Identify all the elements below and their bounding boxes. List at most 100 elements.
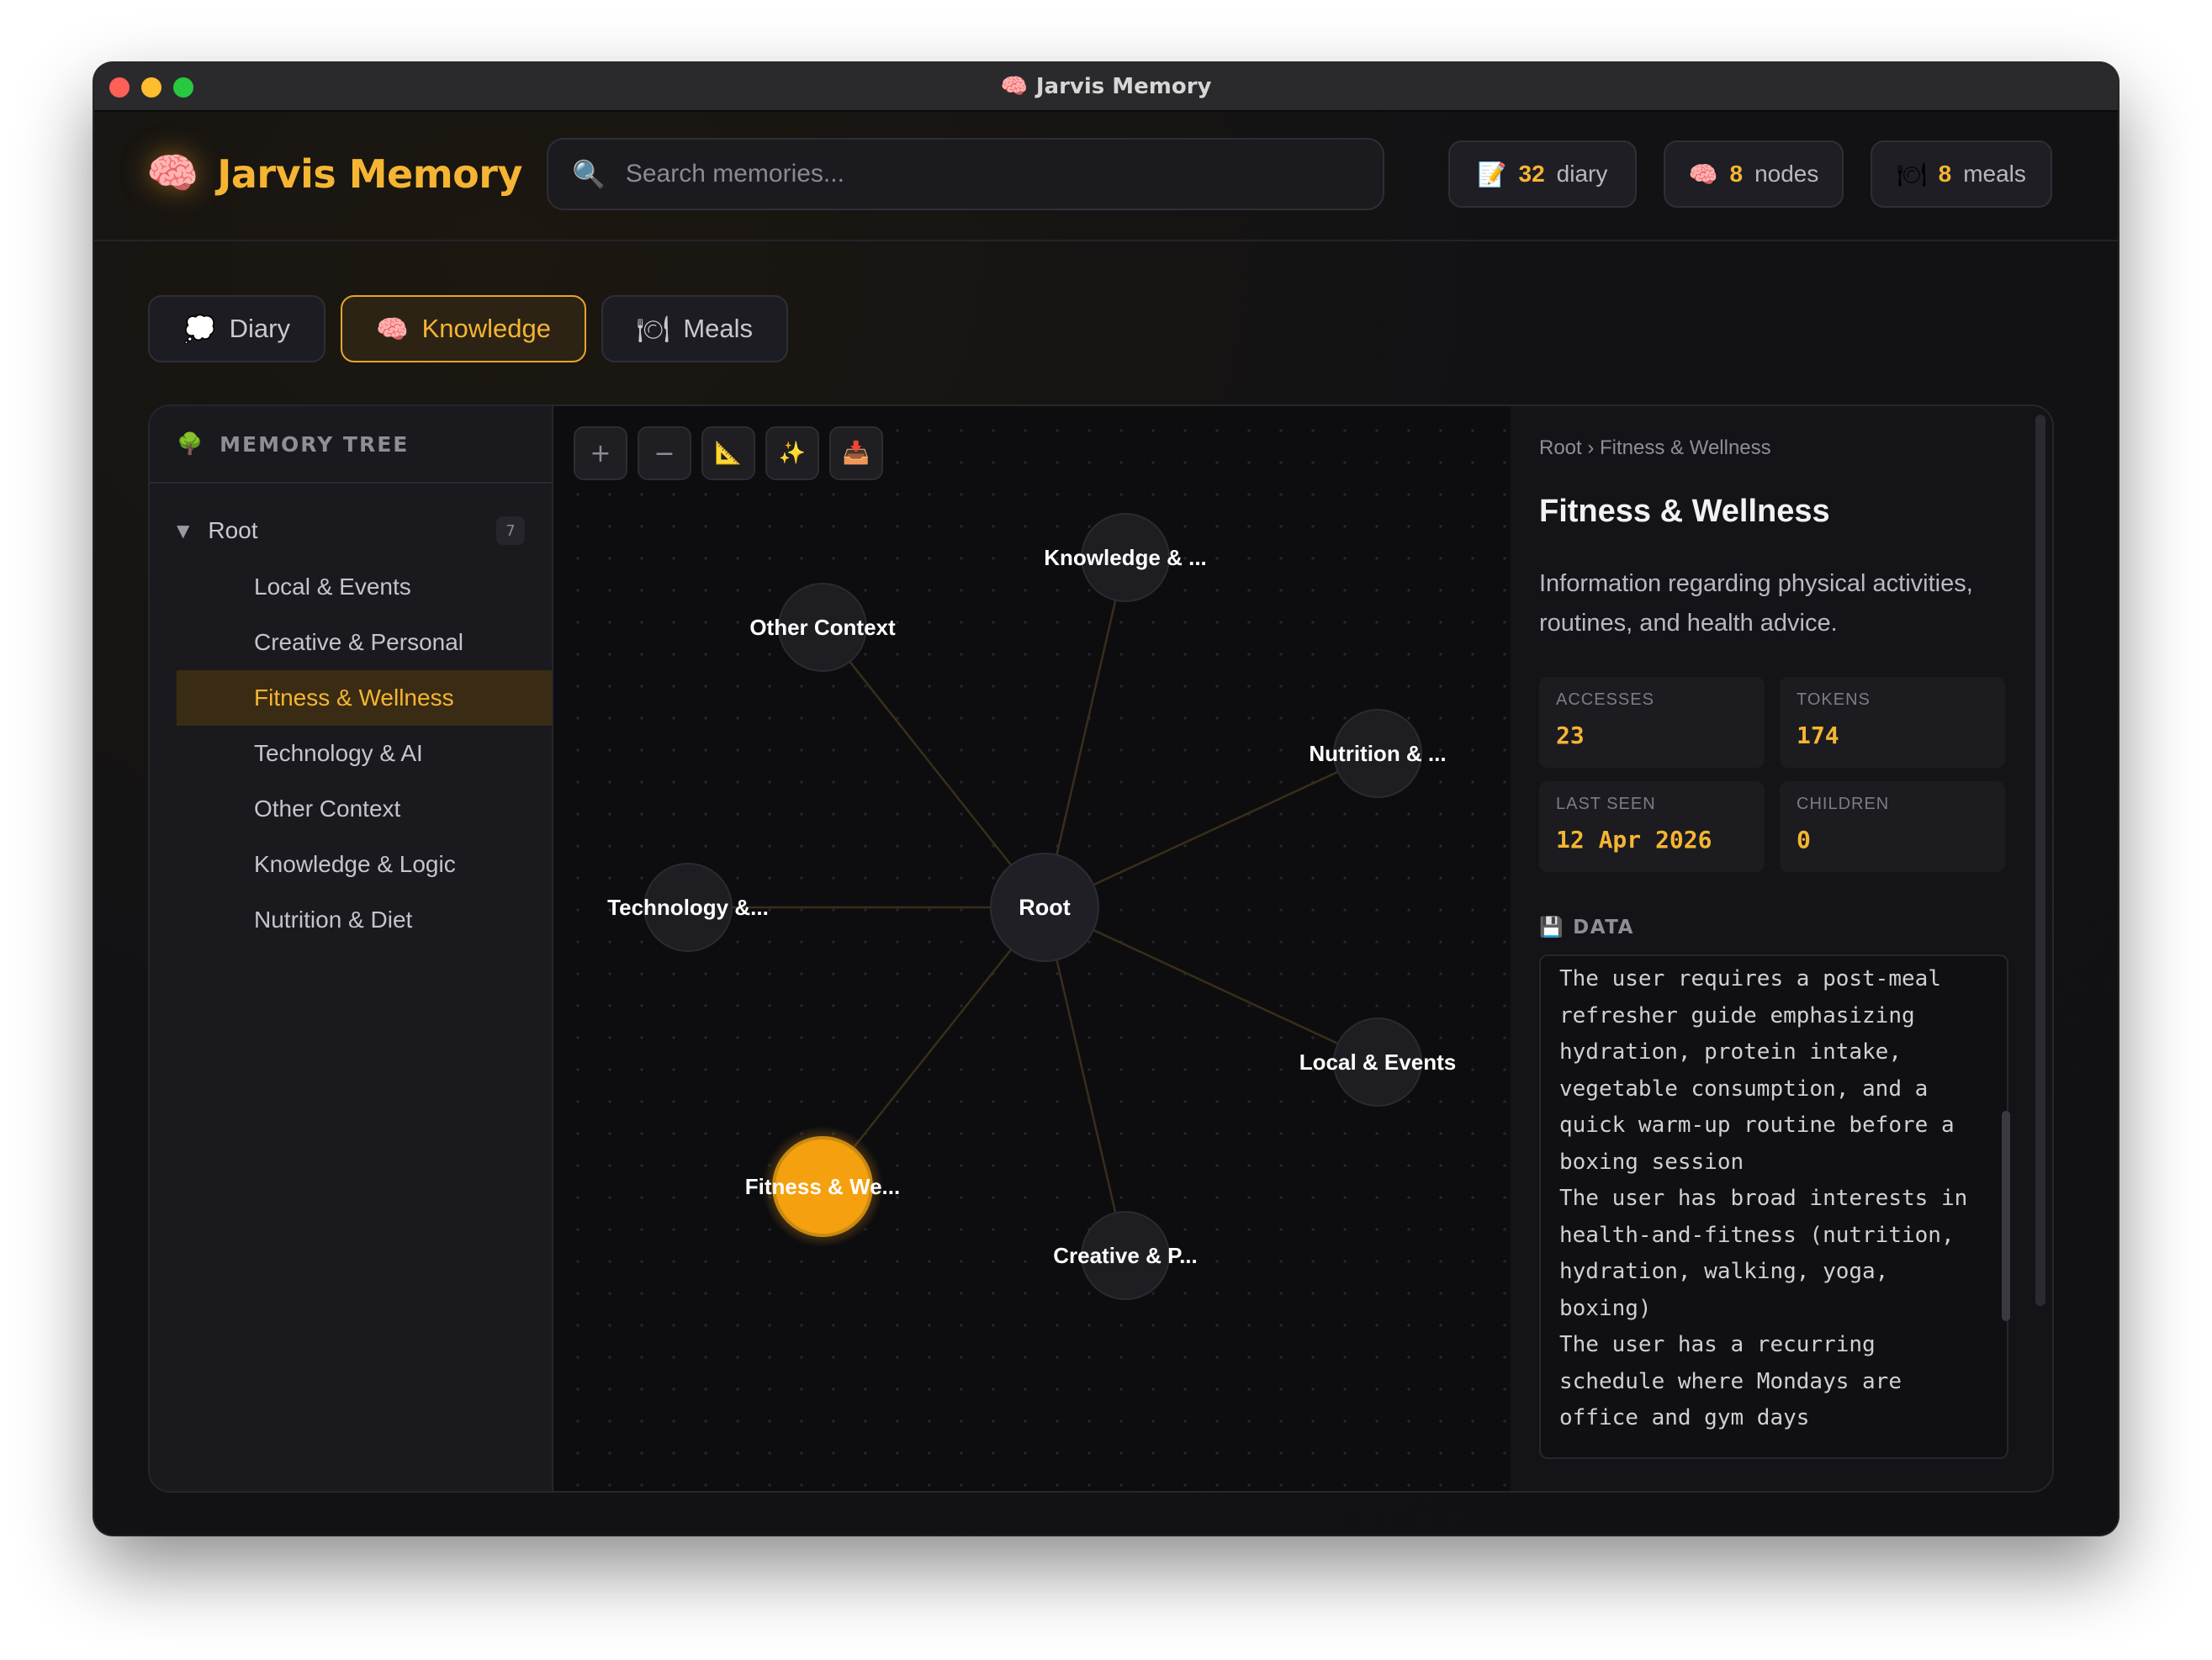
stat-meals-value: 8 — [1938, 161, 1952, 187]
zoom-out-button[interactable]: − — [638, 426, 691, 480]
data-line: schedule where Mondays are — [1559, 1368, 1902, 1394]
stat-meals: 🍽 8 meals — [1871, 140, 2052, 208]
tree-icon: 🌳 — [177, 431, 205, 456]
sparkle-button[interactable]: ✨ — [765, 426, 819, 480]
data-line: boxing) — [1559, 1295, 1652, 1321]
stat-card-value: 0 — [1797, 826, 1811, 854]
app-window: 🧠 Jarvis Memory 🧠 Jarvis Memory 🔍 📝 32 d… — [94, 63, 2118, 1535]
tree-item-label: Creative & Personal — [254, 629, 464, 655]
graph-edge — [1044, 906, 1379, 1064]
node-description: Information regarding physical activitie… — [1539, 570, 1973, 637]
node-label: Knowledge & ... — [1044, 545, 1207, 570]
data-line: boxing session — [1559, 1149, 1744, 1175]
detail-panel: Root › Fitness & Wellness Fitness & Well… — [1512, 406, 2052, 1491]
graph-node[interactable]: Nutrition & ... — [1309, 709, 1447, 798]
tree-item-fitness-wellness[interactable]: Fitness & Wellness — [177, 670, 552, 726]
minus-icon: − — [654, 438, 675, 468]
maximize-window-button[interactable] — [173, 77, 193, 98]
data-line: health-and-fitness (nutrition, — [1559, 1222, 1955, 1248]
export-button[interactable]: 📥 — [829, 426, 883, 480]
data-line: office and gym days — [1559, 1405, 1810, 1430]
data-content[interactable]: The user requires a post-meal refresher g… — [1539, 954, 2008, 1459]
tab-diary[interactable]: 💭 Diary — [148, 295, 325, 362]
stat-diary: 📝 32 diary — [1448, 140, 1637, 208]
stat-card-label: CHILDREN — [1797, 795, 1890, 813]
search-input[interactable] — [623, 159, 1300, 189]
thought-bubble-icon: 💭 — [183, 314, 216, 344]
tab-meals-label: Meals — [683, 314, 754, 343]
floppy-disk-icon: 💾 — [1539, 917, 1565, 938]
data-line: vegetable consumption, and a — [1559, 1076, 1929, 1102]
tree-item-label: Other Context — [254, 796, 401, 822]
tree-item-creative-personal[interactable]: Creative & Personal — [177, 615, 552, 670]
search-bar[interactable]: 🔍 — [547, 138, 1384, 210]
fit-view-button[interactable]: 📐 — [701, 426, 755, 480]
stat-card-label: LAST SEEN — [1556, 795, 1656, 813]
triangle-ruler-icon: 📐 — [714, 441, 743, 466]
graph-node[interactable]: Other Context — [749, 583, 896, 672]
app-body: 🧠 Jarvis Memory 🔍 📝 32 diary 🧠 8 nodes 🍽… — [94, 112, 2118, 1535]
main-tabs: 💭 Diary 🧠 Knowledge 🍽 Meals — [148, 295, 789, 362]
notepad-icon: 📝 — [1477, 161, 1507, 188]
breadcrumb: Root › Fitness & Wellness — [1539, 436, 1771, 459]
data-line: quick warm-up routine before a — [1559, 1113, 1955, 1138]
node-label: Creative & P... — [1053, 1243, 1198, 1268]
data-label-text: DATA — [1573, 916, 1634, 938]
minimize-window-button[interactable] — [141, 77, 161, 98]
stat-card-value: 174 — [1797, 722, 1839, 749]
tree-item-knowledge-logic[interactable]: Knowledge & Logic — [177, 837, 552, 892]
node-label: Root — [1019, 895, 1070, 920]
stat-nodes-label: nodes — [1754, 161, 1819, 187]
node-label: Local & Events — [1299, 1049, 1456, 1075]
brain-logo-icon: 🧠 — [146, 149, 199, 198]
zoom-in-button[interactable]: + — [574, 426, 627, 480]
graph-node[interactable]: Technology &... — [607, 863, 769, 952]
tab-knowledge-label: Knowledge — [421, 314, 551, 343]
graph-node[interactable]: Local & Events — [1299, 1018, 1456, 1107]
data-line: refresher guide emphasizing — [1559, 1002, 1915, 1028]
inbox-tray-icon: 📥 — [842, 441, 871, 466]
plus-icon: + — [590, 438, 611, 468]
tree-item-nutrition-diet[interactable]: Nutrition & Diet — [177, 892, 552, 948]
stat-nodes-value: 8 — [1729, 161, 1744, 187]
memory-tree-header: 🌳 MEMORY TREE — [150, 406, 552, 484]
tree-item-local-events[interactable]: Local & Events — [177, 559, 552, 615]
knowledge-panel: 🌳 MEMORY TREE ▼ Root 7 Local & Events Cr… — [148, 404, 2054, 1493]
data-line: hydration, protein intake, — [1559, 1039, 1902, 1065]
data-scrollbar[interactable] — [2002, 1111, 2010, 1321]
stat-card-value: 23 — [1556, 722, 1585, 749]
graph-node[interactable]: Creative & P... — [1053, 1211, 1198, 1300]
caret-down-icon[interactable]: ▼ — [177, 521, 189, 541]
graph-canvas[interactable]: + − 📐 ✨ 📥 Knowledge & ... Other Context Nu… — [553, 406, 1511, 1491]
node-label: Other Context — [749, 615, 896, 640]
graph-node[interactable]: Knowledge & ... — [1044, 513, 1207, 602]
data-section-label: 💾 DATA — [1539, 916, 1634, 939]
memory-tree-sidebar: 🌳 MEMORY TREE ▼ Root 7 Local & Events Cr… — [150, 406, 553, 1491]
tree-root[interactable]: ▼ Root 7 — [177, 504, 525, 558]
stat-card-last-seen: LAST SEEN 12 Apr 2026 — [1539, 781, 1765, 872]
graph-node-selected[interactable]: Fitness & We... — [745, 1126, 900, 1247]
close-window-button[interactable] — [109, 77, 130, 98]
traffic-lights — [109, 77, 193, 98]
plate-icon: 🍽 — [636, 314, 670, 344]
data-line: hydration, walking, yoga, — [1559, 1259, 1889, 1284]
tree-item-label: Nutrition & Diet — [254, 907, 413, 933]
logo-text: Jarvis Memory — [217, 151, 522, 197]
child-count-badge: 7 — [496, 516, 525, 545]
graph-edge — [1044, 752, 1379, 909]
memory-tree-title: MEMORY TREE — [220, 431, 410, 457]
stat-card-accesses: ACCESSES 23 — [1539, 677, 1765, 768]
stat-meals-label: meals — [1963, 161, 2026, 187]
tab-meals[interactable]: 🍽 Meals — [601, 295, 789, 362]
detail-scrollbar[interactable] — [2035, 415, 2045, 1306]
tree-item-technology-ai[interactable]: Technology & AI — [177, 726, 552, 781]
stat-card-label: ACCESSES — [1556, 690, 1654, 709]
window-title-text: Jarvis Memory — [1035, 74, 1212, 99]
tree-item-other-context[interactable]: Other Context — [177, 781, 552, 837]
brain-icon: 🧠 — [375, 314, 409, 344]
tab-diary-label: Diary — [229, 314, 290, 343]
search-icon: 🔍 — [572, 158, 606, 190]
tab-knowledge[interactable]: 🧠 Knowledge — [340, 295, 586, 362]
graph-root-node[interactable]: Root — [990, 853, 1099, 962]
tree-item-label: Local & Events — [254, 574, 411, 600]
